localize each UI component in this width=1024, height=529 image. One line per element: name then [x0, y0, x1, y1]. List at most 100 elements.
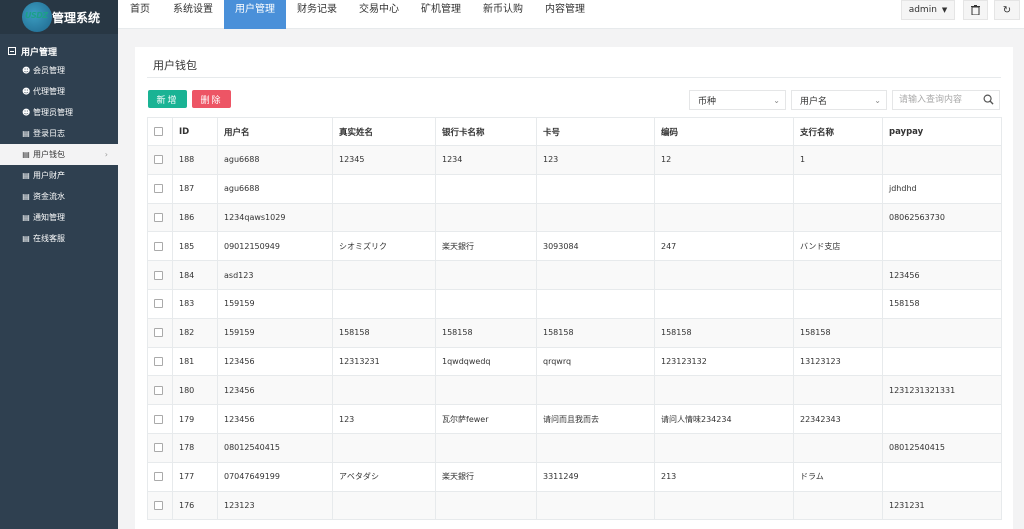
cell-username: 123456: [217, 346, 333, 377]
sidebar-item-members[interactable]: ☻ 会员管理: [0, 60, 118, 81]
nav-home[interactable]: 首页: [118, 0, 162, 29]
currency-select[interactable]: 币种 ⌄: [689, 90, 786, 110]
column-header-branch[interactable]: 支行名称: [793, 117, 883, 146]
cell-real-name: [332, 202, 436, 233]
row-checkbox[interactable]: [154, 270, 163, 280]
table-row[interactable]: 184 asd123 123456: [147, 260, 1002, 290]
delete-button[interactable]: 删除: [192, 90, 231, 108]
list-icon: ▤: [22, 171, 30, 180]
table-header-row: ID 用户名 真实姓名 银行卡名称 卡号 编码 支行名称 paypay: [147, 117, 1002, 146]
search-icon[interactable]: [983, 94, 994, 105]
sidebar-item-support[interactable]: ▤ 在线客服: [0, 228, 118, 249]
row-checkbox[interactable]: [154, 155, 163, 165]
table-row[interactable]: 176 123123 1231231: [147, 490, 1002, 521]
row-checkbox[interactable]: [154, 500, 163, 510]
row-checkbox[interactable]: [154, 328, 163, 338]
row-select-cell: [147, 260, 173, 290]
row-checkbox[interactable]: [154, 241, 163, 251]
column-header-username[interactable]: 用户名: [217, 117, 333, 146]
row-checkbox[interactable]: [154, 414, 163, 424]
refresh-button[interactable]: ↻: [994, 0, 1020, 20]
row-select-cell: [147, 145, 173, 175]
user-menu-button[interactable]: admin ▼: [901, 0, 955, 20]
cell-id: 187: [172, 173, 218, 204]
cell-id: 188: [172, 145, 218, 175]
field-select[interactable]: 用户名 ⌄: [791, 90, 887, 110]
table-row[interactable]: 185 09012150949 シオミズリク 楽天銀行 3093084 247 バンド支店: [147, 231, 1002, 262]
divider: [147, 77, 1001, 78]
add-button[interactable]: 新增: [148, 90, 187, 108]
nav-content-management[interactable]: 内容管理: [534, 0, 596, 29]
sidebar-item-agents[interactable]: ☻ 代理管理: [0, 81, 118, 102]
sidebar-item-user-wallet[interactable]: ▤ 用户钱包 ›: [0, 144, 118, 165]
sidebar-item-fund-flow[interactable]: ▤ 资金流水: [0, 186, 118, 207]
table-row[interactable]: 179 123456 123 瓦尔萨fewer 请问而且我而去 请问人情味234234 22…: [147, 404, 1002, 434]
sidebar-item-admins[interactable]: ☻ 管理员管理: [0, 102, 118, 123]
top-nav: 首页 系统设置 用户管理 财务记录 交易中心 矿机管理 新币认购 内容管理 ad…: [118, 0, 1024, 29]
select-all-checkbox[interactable]: [154, 126, 163, 136]
cell-paypay: [882, 346, 1002, 377]
cell-real-name: 123: [332, 404, 436, 434]
nav-trading-center[interactable]: 交易中心: [348, 0, 410, 29]
table-row[interactable]: 182 159159 158158 158158 158158 158158 158158: [147, 317, 1002, 348]
sidebar-item-user-assets[interactable]: ▤ 用户财产: [0, 165, 118, 186]
cell-id: 177: [172, 461, 218, 492]
column-header-real-name[interactable]: 真实姓名: [332, 117, 436, 146]
cell-username: 123456: [217, 404, 333, 434]
column-header-code[interactable]: 编码: [654, 117, 794, 146]
menu-group-title[interactable]: 用户管理: [0, 42, 118, 60]
cell-id: 179: [172, 404, 218, 434]
table-row[interactable]: 181 123456 12313231 1qwdqwedq qrqwrq 12312313…: [147, 346, 1002, 377]
cell-bank-name: [435, 432, 537, 463]
column-header-id[interactable]: ID: [172, 117, 218, 146]
column-header-paypay[interactable]: paypay: [882, 117, 1002, 146]
table-row[interactable]: 183 159159 158158: [147, 288, 1002, 319]
sidebar-item-notifications[interactable]: ▤ 通知管理: [0, 207, 118, 228]
caret-down-icon: ▼: [941, 6, 948, 14]
cell-username: 159159: [217, 288, 333, 319]
row-select-cell: [147, 432, 173, 463]
table-row[interactable]: 188 agu6688 12345 1234 123 12 1: [147, 145, 1002, 175]
row-checkbox[interactable]: [154, 443, 163, 453]
search-input[interactable]: [893, 91, 981, 109]
table-row[interactable]: 178 08012540415 08012540415: [147, 432, 1002, 463]
table-row[interactable]: 177 07047649199 アベタダシ 楽天銀行 3311249 213 ドラム: [147, 461, 1002, 492]
row-checkbox[interactable]: [154, 184, 163, 194]
cell-bank-name: [435, 490, 537, 521]
cell-bank-name: 1234: [435, 145, 537, 175]
cell-branch: 13123123: [793, 346, 883, 377]
cell-id: 185: [172, 231, 218, 262]
table-row[interactable]: 180 123456 1231231321331: [147, 375, 1002, 406]
chevron-down-icon: ⌄: [773, 96, 780, 105]
cell-branch: ドラム: [793, 461, 883, 492]
nav-user-management[interactable]: 用户管理: [224, 0, 286, 29]
column-header-card-number[interactable]: 卡号: [536, 117, 655, 146]
cell-username: 1234qaws1029: [217, 202, 333, 233]
table-row[interactable]: 186 1234qaws1029 08062563730: [147, 202, 1002, 233]
row-checkbox[interactable]: [154, 212, 163, 222]
nav-system-settings[interactable]: 系统设置: [162, 0, 224, 29]
cell-code: [654, 260, 794, 290]
cell-code: 247: [654, 231, 794, 262]
nav-miner-management[interactable]: 矿机管理: [410, 0, 472, 29]
row-checkbox[interactable]: [154, 356, 163, 366]
column-header-bank-name[interactable]: 银行卡名称: [435, 117, 537, 146]
table-body: 188 agu6688 12345 1234 123 12 1 187 agu6688 jdhdh…: [147, 145, 1002, 521]
cell-paypay: 158158: [882, 288, 1002, 319]
table-row[interactable]: 187 agu6688 jdhdhd: [147, 173, 1002, 204]
logo[interactable]: USDZ 管理系统: [0, 0, 118, 34]
nav-finance-records[interactable]: 财务记录: [286, 0, 348, 29]
sidebar: USDZ 管理系统 用户管理 ☻ 会员管理 ☻ 代理管理 ☻ 管理员管理 ▤ 登录日志 …: [0, 0, 118, 529]
nav-new-coin-subscription[interactable]: 新币认购: [472, 0, 534, 29]
cell-code: [654, 288, 794, 319]
cell-paypay: [882, 145, 1002, 175]
cell-real-name: [332, 260, 436, 290]
row-checkbox[interactable]: [154, 472, 163, 482]
clear-cache-button[interactable]: [963, 0, 988, 20]
cell-username: 123456: [217, 375, 333, 406]
row-checkbox[interactable]: [154, 385, 163, 395]
row-checkbox[interactable]: [154, 299, 163, 309]
cell-branch: [793, 288, 883, 319]
cell-paypay: [882, 404, 1002, 434]
sidebar-item-login-log[interactable]: ▤ 登录日志: [0, 123, 118, 144]
